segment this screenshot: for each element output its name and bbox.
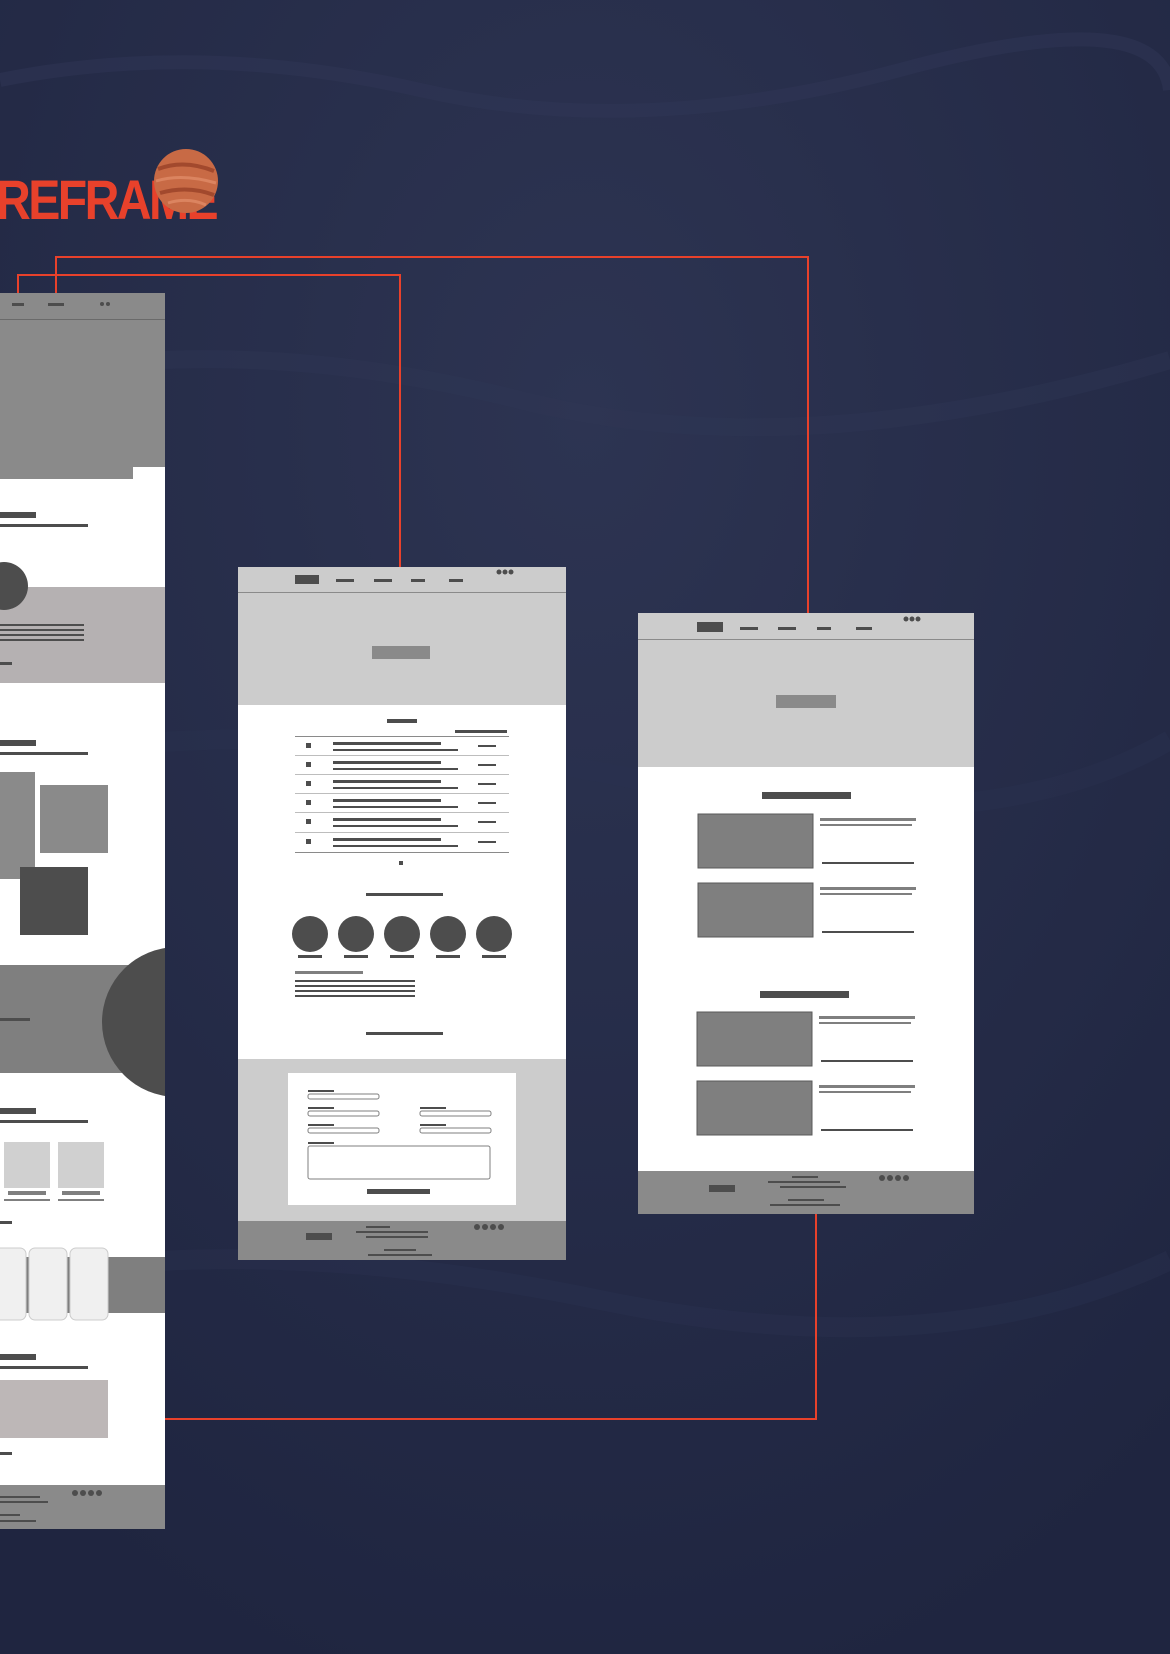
water-background [0,0,1170,1654]
wireframe-article-page [638,613,974,1214]
wireframe-list-page [238,567,566,1260]
wireframe-home [0,293,165,1529]
planet-icon [154,149,218,213]
